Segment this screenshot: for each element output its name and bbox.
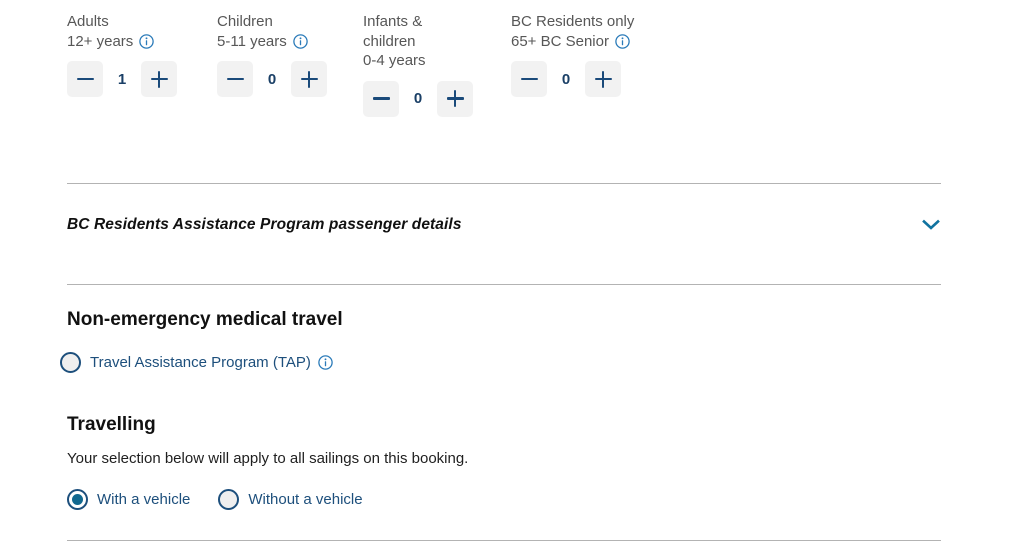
plus-icon [300,70,318,88]
passenger-label-bc-senior-line1: BC Residents only [511,13,635,30]
non-emergency-medical-travel-heading: Non-emergency medical travel [67,309,343,330]
passenger-label-bc-senior-line2: 65+ BC Senior [511,32,634,52]
bc-residents-assistance-program-title: BC Residents Assistance Program passenge… [67,216,462,233]
increment-children-button[interactable] [291,61,327,97]
radio-travel-assistance-program[interactable] [60,352,81,373]
passenger-label-children: Children 5-11 years [217,12,308,51]
passenger-column-bc-senior: BC Residents only 65+ BC Senior 0 [511,12,711,97]
increment-bc-senior-button[interactable] [585,61,621,97]
radio-with-a-vehicle[interactable] [67,489,88,510]
decrement-children-button[interactable] [217,61,253,97]
plus-icon [594,70,612,88]
infants-count-value: 0 [413,90,423,107]
passenger-label-infants-line3: 0-4 years [363,52,426,69]
decrement-bc-senior-button[interactable] [511,61,547,97]
children-count-value: 0 [267,70,277,88]
radio-without-a-vehicle[interactable] [218,489,240,510]
stepper-adults: 1 [67,61,177,97]
info-circle-icon-bc-senior[interactable] [615,33,630,49]
radio-label-with-a-vehicle: With a vehicle [97,491,191,508]
plus-icon [150,70,168,88]
info-circle-icon-adults[interactable] [139,33,155,49]
info-circle-icon-tap[interactable] [318,355,333,370]
divider-top [67,183,941,184]
stepper-infants: 0 [363,80,473,117]
minus-icon [520,71,538,88]
passenger-label-infants: Infants & children 0-4 years [363,12,426,71]
passenger-column-children: Children 5-11 years 0 [217,12,363,97]
stepper-bc-senior: 0 [511,61,621,97]
radio-label-travel-assistance-program: Travel Assistance Program (TAP) [90,354,311,371]
divider-bottom [67,540,941,541]
bc-senior-count-value: 0 [561,70,571,88]
passenger-label-adults-line1: Adults [67,13,109,30]
passenger-counters: Adults 12+ years 1 Children 5-11 years 0… [67,12,947,117]
decrement-infants-button[interactable] [363,80,399,117]
travel-assistance-program-option[interactable]: Travel Assistance Program (TAP) [60,352,333,373]
increment-adults-button[interactable] [141,61,177,97]
passenger-column-adults: Adults 12+ years 1 [67,12,217,97]
travelling-heading: Travelling [67,414,156,435]
minus-icon [76,71,94,88]
increment-infants-button[interactable] [437,80,473,117]
bc-residents-assistance-program-toggle[interactable]: BC Residents Assistance Program passenge… [67,213,941,237]
passenger-label-adults-line2: 12+ years [67,32,155,52]
passenger-label-bc-senior: BC Residents only 65+ BC Senior [511,12,634,51]
travelling-description: Your selection below will apply to all s… [67,450,469,467]
minus-icon [226,71,244,88]
decrement-adults-button[interactable] [67,61,103,97]
radio-option-with-a-vehicle[interactable]: With a vehicle [67,489,190,510]
passenger-label-children-line1: Children [217,13,273,30]
plus-icon [446,90,464,107]
radio-label-without-a-vehicle: Without a vehicle [248,491,363,508]
minus-icon [372,90,390,107]
radio-option-without-a-vehicle[interactable]: Without a vehicle [218,489,363,510]
divider-middle [67,284,941,285]
adults-count-value: 1 [117,70,127,88]
passenger-label-adults: Adults 12+ years [67,12,155,52]
info-circle-icon-children[interactable] [293,33,308,49]
passenger-column-infants: Infants & children 0-4 years 0 [363,12,511,117]
stepper-children: 0 [217,61,327,97]
passenger-label-children-line2: 5-11 years [217,32,308,52]
chevron-down-icon[interactable] [921,215,941,235]
passenger-label-infants-line2: children [363,32,416,50]
passenger-selection-page: Adults 12+ years 1 Children 5-11 years 0… [0,0,1024,560]
passenger-label-infants-line1: Infants & [363,13,423,30]
travelling-options: With a vehicle Without a vehicle [67,489,363,510]
